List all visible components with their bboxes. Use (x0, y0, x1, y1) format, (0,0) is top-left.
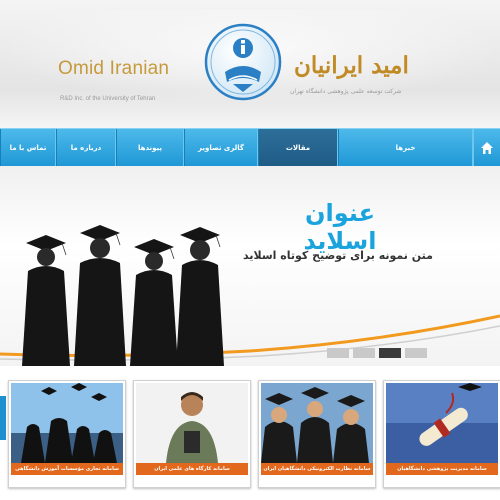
hero-slider: عنوان اسلاید متن نمونه برای توضیح کوتاه … (0, 166, 500, 366)
tagline-latin: R&D Inc. of the University of Tehran (60, 96, 156, 102)
card-caption: سامانه تجاری مؤسسات آموزش دانشگاهی (11, 463, 123, 475)
logo-text-latin[interactable]: Omid Iranian (58, 58, 169, 80)
card-caption: سامانه مدیریت پژوهشی دانشگاهیان (386, 463, 498, 475)
card-image-graduates-group (261, 383, 373, 463)
nav-about[interactable]: درباره ما (56, 129, 116, 167)
tagline-persian: شرکت توسعه علمی پژوهشی دانشگاه تهران (290, 88, 402, 95)
card-academic-research[interactable]: سامانه مدیریت پژوهشی دانشگاهیان (383, 380, 500, 488)
card-image-diploma-scroll (386, 383, 498, 463)
slider-dot-2[interactable] (353, 348, 375, 358)
card-scientific-workshops[interactable]: سامانه کارگاه های علمی ایران (133, 380, 251, 488)
site-header: Omid Iranian امید ایرانیان R&D Inc. of t… (0, 0, 500, 128)
featured-cards: سامانه تجاری مؤسسات آموزش دانشگاهی سامان… (0, 366, 500, 500)
slide-title: عنوان اسلاید (303, 199, 377, 255)
slider-dot-4[interactable] (405, 348, 427, 358)
nav-contact[interactable]: تماس با ما (0, 129, 56, 167)
card-caption: سامانه کارگاه های علمی ایران (136, 463, 248, 475)
card-electronic-monitoring[interactable]: سامانه نظارت الکترونیکی دانشگاهیان ایران (258, 380, 376, 488)
nav-links[interactable]: پیوندها (116, 129, 184, 167)
slide-description: متن نمونه برای توضیح کوتاه اسلاید (243, 249, 433, 262)
card-research-management[interactable]: سامانه تجاری مؤسسات آموزش دانشگاهی (8, 380, 126, 488)
carousel-prev-tab[interactable] (0, 396, 6, 440)
card-image-graduation-celebration (11, 383, 123, 463)
university-emblem-icon[interactable] (203, 22, 283, 102)
graduates-illustration (22, 225, 224, 366)
home-icon (481, 142, 493, 154)
slider-dot-3[interactable] (379, 348, 401, 358)
slider-dot-1[interactable] (327, 348, 349, 358)
main-navigation: تماس با ما درباره ما پیوندها گالری تصاوی… (0, 128, 500, 167)
nav-gallery[interactable]: گالری تصاویر (184, 129, 258, 167)
nav-news[interactable]: خبرها (338, 129, 473, 167)
logo-text-persian[interactable]: امید ایرانیان (294, 52, 409, 79)
nav-articles[interactable]: مقالات (258, 129, 338, 167)
home-button[interactable] (473, 129, 500, 167)
card-caption: سامانه نظارت الکترونیکی دانشگاهیان ایران (261, 463, 373, 475)
card-image-smiling-student (136, 383, 248, 463)
slider-pagination (327, 348, 427, 358)
